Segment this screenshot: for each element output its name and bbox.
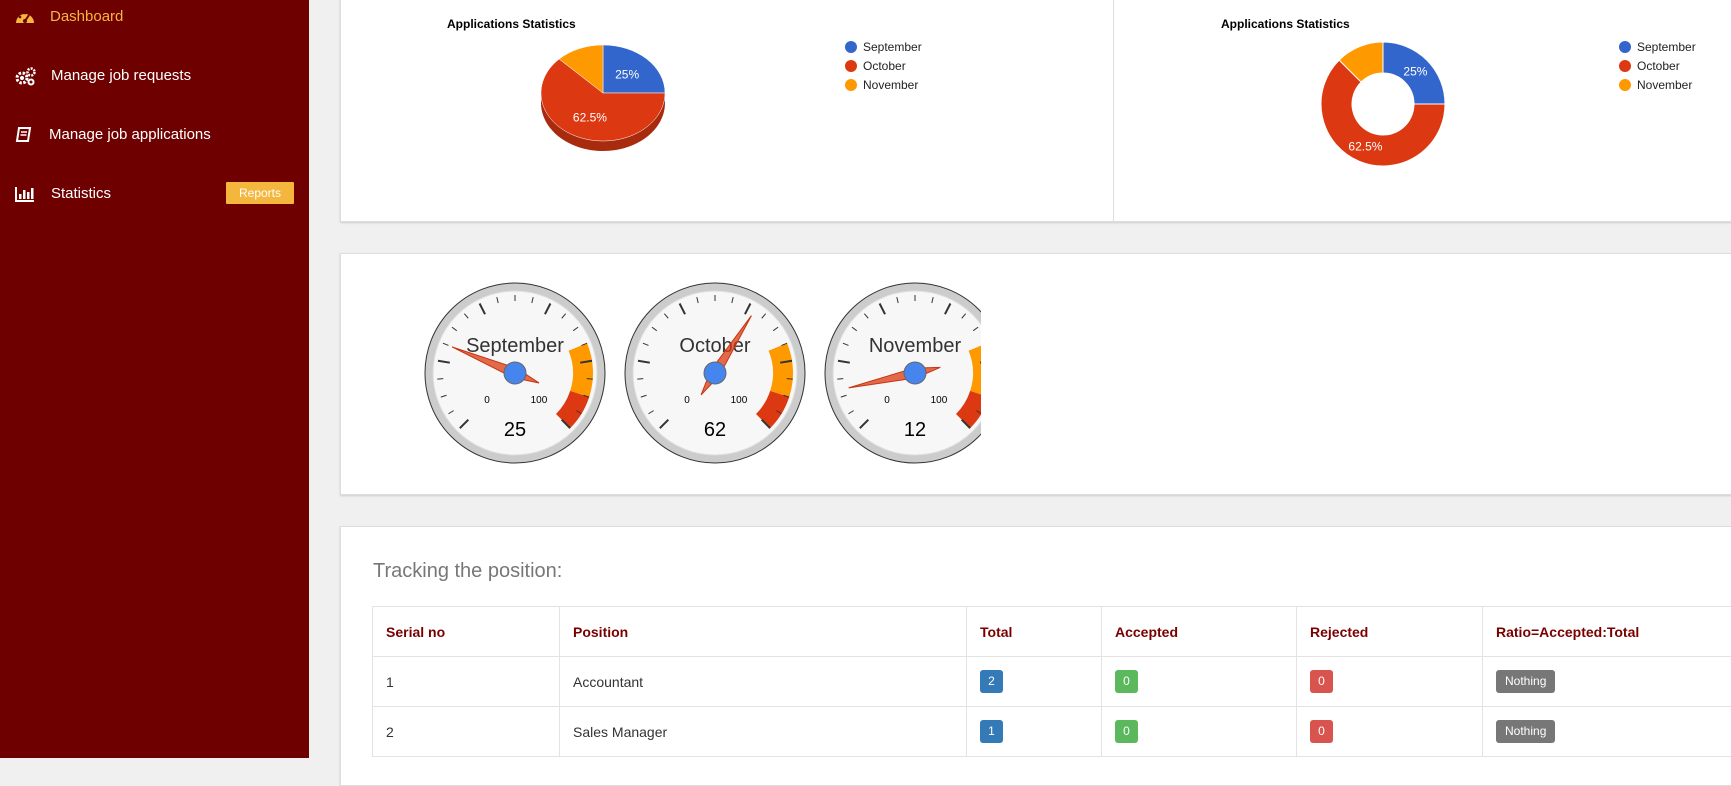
table-row: 1 Accountant 2 0 0 Nothing <box>373 657 1731 707</box>
bar-chart-icon <box>14 184 36 204</box>
gauge-value: 62 <box>704 419 726 441</box>
gauge-value: 25 <box>504 419 526 441</box>
ratio-badge: Nothing <box>1496 720 1555 743</box>
position-cell: Sales Manager <box>560 707 967 757</box>
sidebar-item-label: Dashboard <box>50 8 123 25</box>
slice-label: 25% <box>1403 65 1427 79</box>
sidebar-item-label: Statistics <box>51 185 111 202</box>
gauge-group: 0 100 September 25 0 100 October 62 0 100 November… <box>421 278 981 468</box>
legend-swatch <box>845 60 857 72</box>
sidebar-item-manage-job-requests[interactable]: Manage job requests <box>0 56 309 96</box>
legend-swatch <box>1619 79 1631 91</box>
accepted-cell: 0 <box>1102 707 1297 757</box>
section-title: Tracking the position: <box>373 560 562 583</box>
book-icon <box>14 125 36 145</box>
legend-swatch <box>845 79 857 91</box>
sidebar-item-dashboard[interactable]: Dashboard <box>0 0 309 37</box>
serial-cell: 1 <box>373 657 560 707</box>
pie-chart-3d: 25% 62.5% <box>541 39 681 169</box>
column-header: Ratio=Accepted:Total <box>1483 607 1731 657</box>
rejected-cell: 0 <box>1297 657 1483 707</box>
legend-item-october: October <box>1619 59 1680 73</box>
gauge-max-label: 100 <box>531 395 548 406</box>
reports-badge[interactable]: Reports <box>226 182 294 204</box>
gauges-panel: 0 100 September 25 0 100 October 62 0 100 November… <box>340 253 1731 495</box>
gauge-min-label: 0 <box>484 395 490 406</box>
serial-cell: 2 <box>373 707 560 757</box>
slice-label: 62.5% <box>573 110 607 124</box>
table-row: 2 Sales Manager 1 0 0 Nothing <box>373 707 1731 757</box>
panel-divider <box>1113 0 1114 221</box>
ratio-cell: Nothing <box>1483 657 1731 707</box>
donut-chart: 25% 62.5% <box>1321 39 1451 169</box>
legend-label: October <box>1637 59 1680 73</box>
gauge-label: September <box>466 335 564 357</box>
legend-swatch <box>1619 60 1631 72</box>
gauge-hub <box>504 362 526 384</box>
column-header: Total <box>967 607 1102 657</box>
total-cell: 2 <box>967 657 1102 707</box>
main-content: Applications Statistics 25% 62.5% Septemb… <box>309 0 1731 758</box>
accepted-badge: 0 <box>1115 720 1138 743</box>
chart-title: Applications Statistics <box>447 17 576 31</box>
legend-item-november: November <box>1619 78 1692 92</box>
table-header-row: Serial no Position Total Accepted Reject… <box>373 607 1731 657</box>
legend-item-september: September <box>1619 40 1696 54</box>
gauge-hub <box>904 362 926 384</box>
gauge-min-label: 0 <box>884 395 890 406</box>
slice-label: 62.5% <box>1348 139 1382 153</box>
slice-label: 25% <box>615 67 639 81</box>
sidebar-item-manage-job-applications[interactable]: Manage job applications <box>0 115 309 155</box>
gauge-min-label: 0 <box>684 395 690 406</box>
tracking-panel: Tracking the position: Serial no Positio… <box>340 526 1731 786</box>
gauge-value: 12 <box>904 419 926 441</box>
gauge-hub <box>704 362 726 384</box>
legend-label: October <box>863 59 906 73</box>
gauge-label: November <box>869 335 962 357</box>
ratio-cell: Nothing <box>1483 707 1731 757</box>
column-header: Serial no <box>373 607 560 657</box>
legend-label: November <box>863 78 918 92</box>
legend-item-october: October <box>845 59 906 73</box>
legend-item-november: November <box>845 78 918 92</box>
column-header: Position <box>560 607 967 657</box>
total-badge: 2 <box>980 670 1003 693</box>
sidebar-item-label: Manage job requests <box>51 67 191 84</box>
gauge-label: October <box>679 335 750 357</box>
sidebar: Dashboard Manage job requests Manage job… <box>0 0 309 758</box>
legend-label: November <box>1637 78 1692 92</box>
gauge-max-label: 100 <box>731 395 748 406</box>
legend-item-september: September <box>845 40 922 54</box>
accepted-badge: 0 <box>1115 670 1138 693</box>
legend-swatch <box>1619 41 1631 53</box>
legend-swatch <box>845 41 857 53</box>
legend-label: September <box>1637 40 1696 54</box>
legend-label: September <box>863 40 922 54</box>
column-header: Rejected <box>1297 607 1483 657</box>
rejected-cell: 0 <box>1297 707 1483 757</box>
chart-title: Applications Statistics <box>1221 17 1350 31</box>
position-cell: Accountant <box>560 657 967 707</box>
sidebar-item-label: Manage job applications <box>49 126 211 143</box>
column-header: Accepted <box>1102 607 1297 657</box>
rejected-badge: 0 <box>1310 670 1333 693</box>
total-cell: 1 <box>967 707 1102 757</box>
accepted-cell: 0 <box>1102 657 1297 707</box>
rejected-badge: 0 <box>1310 720 1333 743</box>
ratio-badge: Nothing <box>1496 670 1555 693</box>
total-badge: 1 <box>980 720 1003 743</box>
gears-icon <box>14 66 36 86</box>
gauge-max-label: 100 <box>931 395 948 406</box>
dashboard-icon <box>14 7 36 27</box>
tracking-table: Serial no Position Total Accepted Reject… <box>372 606 1731 757</box>
pie-charts-panel: Applications Statistics 25% 62.5% Septemb… <box>340 0 1731 222</box>
